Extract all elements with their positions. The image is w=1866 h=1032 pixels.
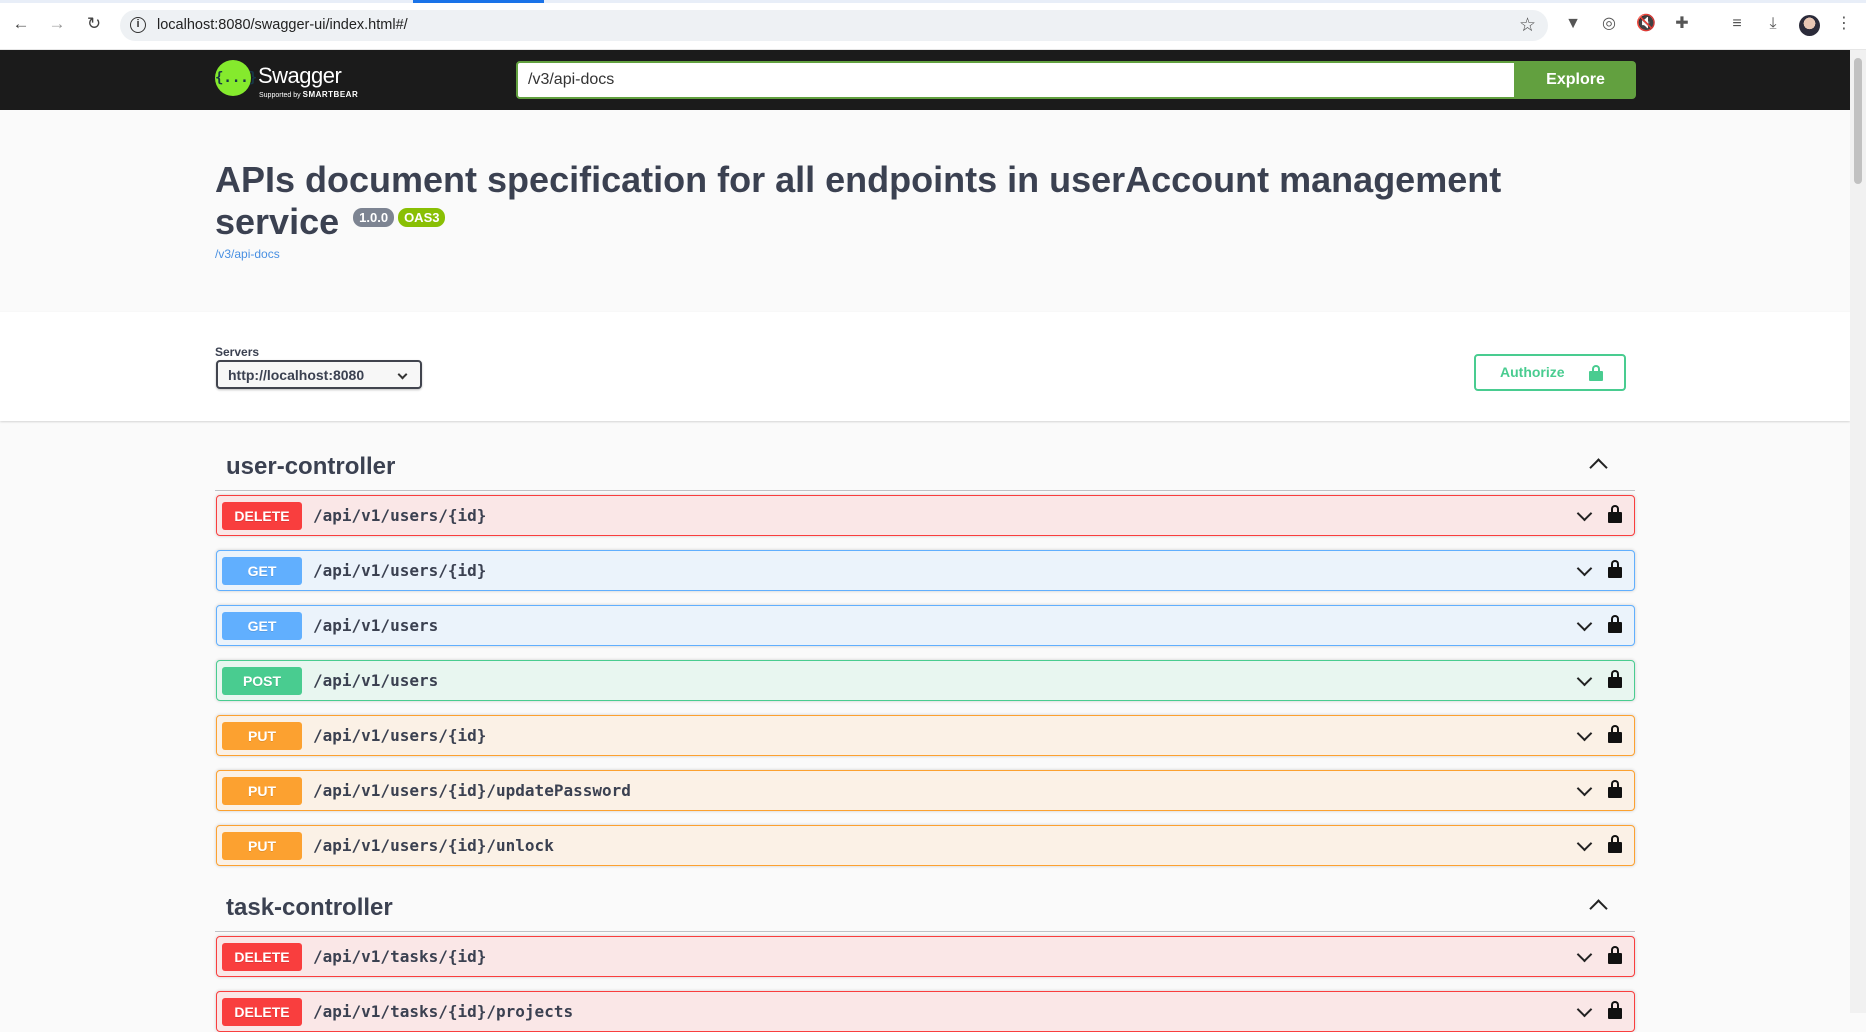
method-badge: GET <box>222 557 302 585</box>
logo-sub-prefix: Supported by <box>259 92 301 99</box>
operation-row[interactable]: PUT /api/v1/users/{id}/updatePassword <box>216 770 1635 811</box>
oas-badge: OAS3 <box>398 208 446 227</box>
address-bar[interactable]: i localhost:8080/swagger-ui/index.html#/… <box>120 10 1548 41</box>
operation-path: /api/v1/users <box>313 671 439 690</box>
tag-name: task-controller <box>226 894 393 921</box>
lock-icon[interactable] <box>1608 725 1622 743</box>
authorize-button[interactable]: Authorize <box>1474 354 1626 391</box>
reload-icon[interactable]: ↻ <box>83 13 105 35</box>
lock-icon[interactable] <box>1608 835 1622 853</box>
operation-path: /api/v1/tasks/{id}/projects <box>313 1002 574 1021</box>
loading-indicator <box>413 0 544 3</box>
chevron-up-icon[interactable] <box>1589 458 1608 477</box>
api-title: APIs document specification for all endp… <box>215 159 1502 242</box>
forward-icon[interactable]: → <box>46 13 68 35</box>
logo-sub-brand: SMARTBEAR <box>302 90 359 99</box>
tag-user-controller[interactable]: user-controller <box>215 436 1635 491</box>
site-info-icon[interactable]: i <box>130 17 146 33</box>
operation-row[interactable]: PUT /api/v1/users/{id} <box>216 715 1635 756</box>
chevron-down-icon[interactable] <box>1576 725 1593 742</box>
page-scrollbar[interactable] <box>1850 50 1866 1013</box>
method-badge: PUT <box>222 722 302 750</box>
swagger-logo-icon: {...} <box>215 60 257 96</box>
operation-path: /api/v1/users/{id} <box>313 561 487 580</box>
profile-avatar[interactable] <box>1799 15 1820 36</box>
operation-row[interactable]: PUT /api/v1/users/{id}/unlock <box>216 825 1635 866</box>
operation-path: /api/v1/users/{id} <box>313 506 487 525</box>
chevron-down-icon[interactable] <box>1576 780 1593 797</box>
operation-row[interactable]: POST /api/v1/users <box>216 660 1635 701</box>
lock-icon[interactable] <box>1608 780 1622 798</box>
chevron-down-icon[interactable] <box>1576 560 1593 577</box>
swagger-logo-name: Swagger <box>258 63 342 88</box>
scheme-container: Servers http://localhost:8080 Authorize <box>0 312 1850 421</box>
mute-icon[interactable]: 🔇 <box>1635 13 1657 35</box>
lock-icon[interactable] <box>1608 1001 1622 1019</box>
tag-name: user-controller <box>226 453 396 480</box>
method-badge: DELETE <box>222 502 302 530</box>
chevron-down-icon[interactable] <box>1576 670 1593 687</box>
method-badge: DELETE <box>222 943 302 971</box>
tab-strip <box>0 0 1866 3</box>
chevron-down-icon <box>397 369 408 380</box>
spec-url-input[interactable] <box>518 63 1514 97</box>
api-info: APIs document specification for all endp… <box>0 110 1850 312</box>
operation-row[interactable]: GET /api/v1/users <box>216 605 1635 646</box>
chevron-up-icon[interactable] <box>1589 899 1608 918</box>
swagger-topbar: {...} Swagger Supported by SMARTBEAR Exp… <box>0 50 1850 110</box>
media-queue-icon[interactable]: ≡ <box>1726 13 1748 35</box>
chevron-down-icon[interactable] <box>1576 505 1593 522</box>
lock-icon[interactable] <box>1608 560 1622 578</box>
operation-path: /api/v1/users/{id} <box>313 726 487 745</box>
operation-row[interactable]: DELETE /api/v1/users/{id} <box>216 495 1635 536</box>
lock-icon[interactable] <box>1608 946 1622 964</box>
operation-path: /api/v1/users/{id}/updatePassword <box>313 781 631 800</box>
chevron-down-icon[interactable] <box>1576 946 1593 963</box>
extensions-puzzle-icon[interactable]: ✚ <box>1671 13 1693 35</box>
spec-url-field[interactable] <box>516 61 1516 99</box>
address-url[interactable]: localhost:8080/swagger-ui/index.html#/ <box>157 17 408 33</box>
spec-link[interactable]: /v3/api-docs <box>215 247 280 261</box>
operation-row[interactable]: DELETE /api/v1/tasks/{id} <box>216 936 1635 977</box>
lock-icon[interactable] <box>1608 670 1622 688</box>
operation-path: /api/v1/users <box>313 616 439 635</box>
method-badge: GET <box>222 612 302 640</box>
explore-button[interactable]: Explore <box>1515 61 1636 99</box>
chevron-down-icon[interactable] <box>1576 615 1593 632</box>
browser-menu-icon[interactable]: ⋮ <box>1833 13 1855 35</box>
download-icon[interactable]: ⤓ <box>1762 13 1784 35</box>
method-badge: PUT <box>222 777 302 805</box>
servers-label: Servers <box>215 345 260 359</box>
operation-path: /api/v1/users/{id}/unlock <box>313 836 554 855</box>
lock-icon[interactable] <box>1608 505 1622 523</box>
servers-select[interactable]: http://localhost:8080 <box>216 360 422 389</box>
extension-globe-icon[interactable]: ◎ <box>1598 13 1620 35</box>
lock-icon <box>1589 365 1603 381</box>
method-badge: POST <box>222 667 302 695</box>
bookmark-star-icon[interactable]: ☆ <box>1519 14 1536 37</box>
chevron-down-icon[interactable] <box>1576 1001 1593 1018</box>
servers-selected-value: http://localhost:8080 <box>228 367 365 383</box>
lock-icon[interactable] <box>1608 615 1622 633</box>
scrollbar-thumb[interactable] <box>1854 58 1862 184</box>
method-badge: DELETE <box>222 998 302 1026</box>
back-icon[interactable]: ← <box>10 13 32 35</box>
operation-path: /api/v1/tasks/{id} <box>313 947 487 966</box>
method-badge: PUT <box>222 832 302 860</box>
page-title: APIs document specification for all endp… <box>215 159 1535 243</box>
swagger-logo-subtitle: Supported by SMARTBEAR <box>259 90 358 99</box>
browser-toolbar: ← → ↻ i localhost:8080/swagger-ui/index.… <box>0 0 1866 50</box>
tag-task-controller[interactable]: task-controller <box>215 877 1635 932</box>
chevron-down-icon[interactable] <box>1576 835 1593 852</box>
operation-row[interactable]: DELETE /api/v1/tasks/{id}/projects <box>216 991 1635 1032</box>
authorize-label: Authorize <box>1500 364 1565 380</box>
extension-v-icon[interactable]: ▼ <box>1562 13 1584 35</box>
version-badge: 1.0.0 <box>353 208 395 227</box>
operation-row[interactable]: GET /api/v1/users/{id} <box>216 550 1635 591</box>
